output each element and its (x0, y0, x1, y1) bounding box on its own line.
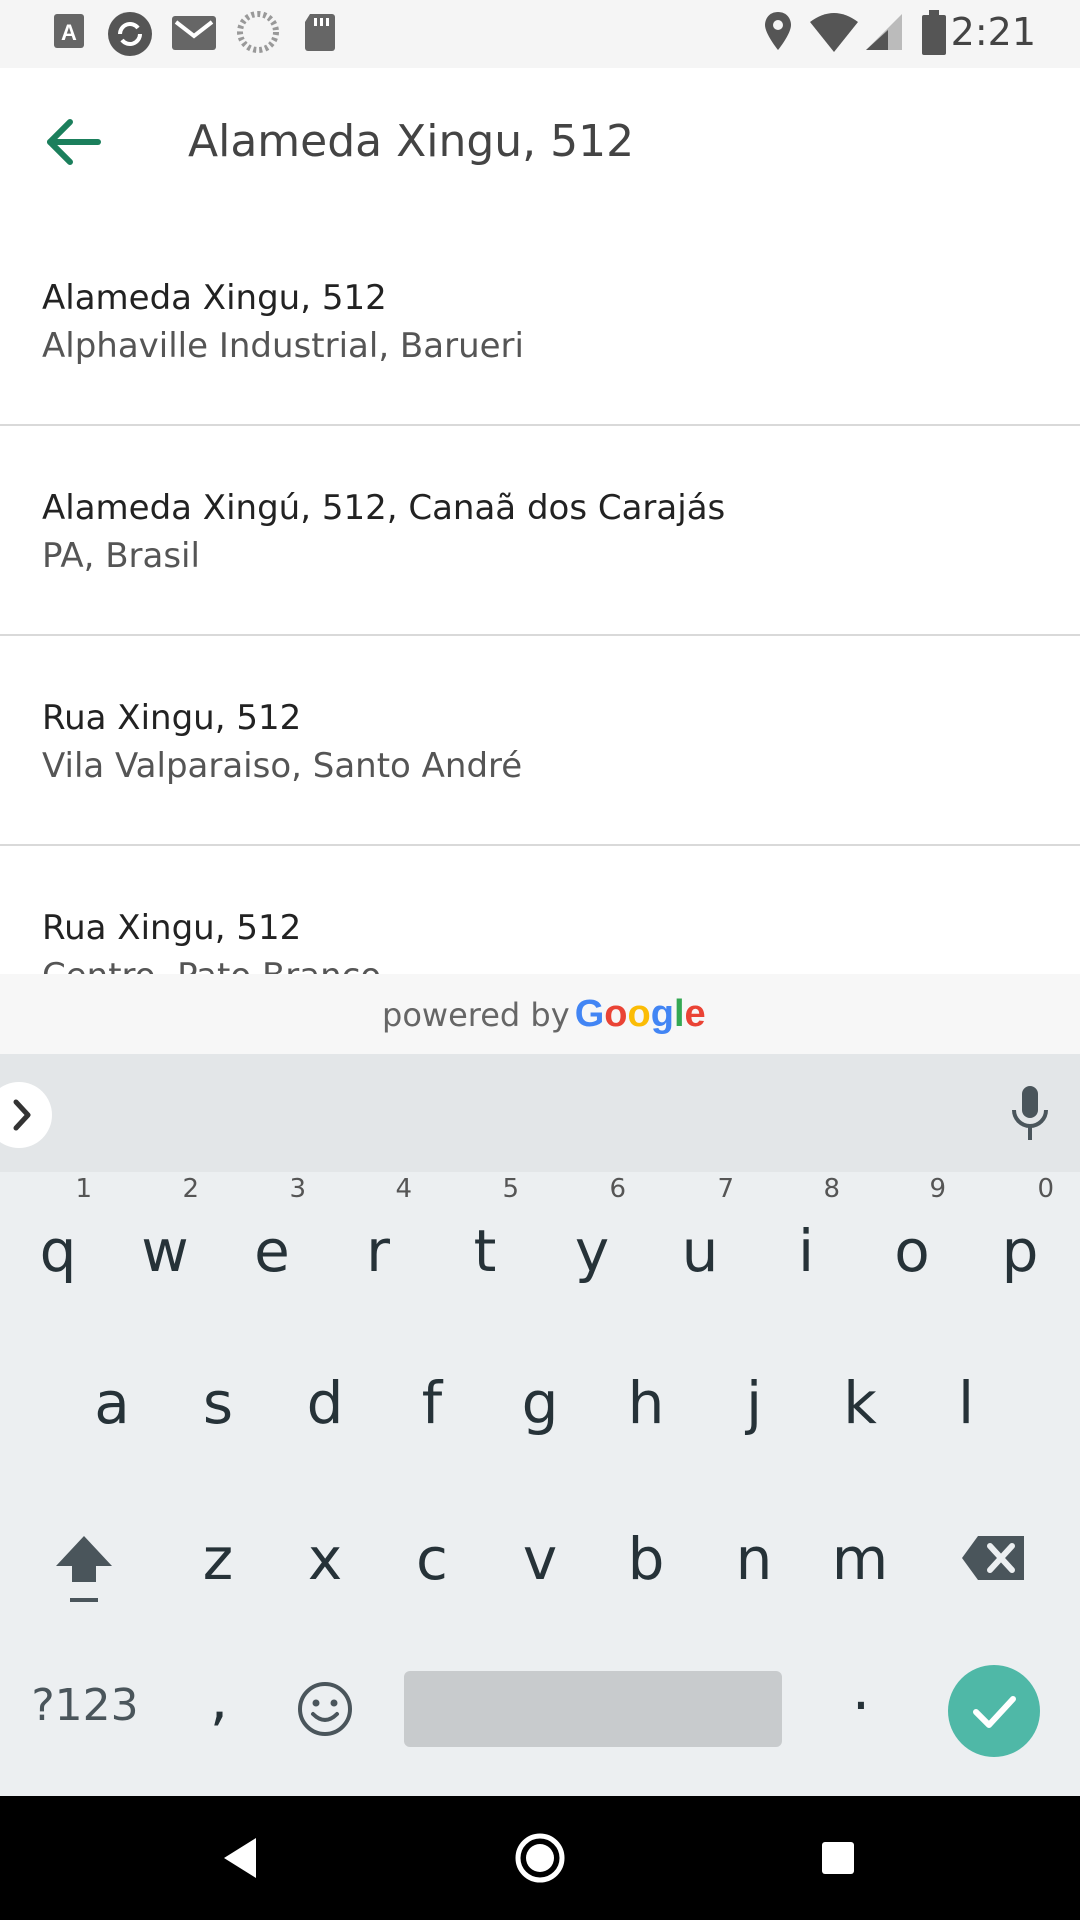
key-b[interactable]: b (612, 1524, 680, 1594)
key-r[interactable]: r4 (348, 1174, 412, 1286)
key-d[interactable]: d (295, 1368, 355, 1438)
result-secondary-text: Centro, Pato Branco (42, 954, 381, 974)
key-x[interactable]: x (291, 1524, 359, 1594)
result-secondary-text: PA, Brasil (42, 536, 200, 576)
key-m[interactable]: m (826, 1524, 894, 1594)
google-logo: Google (574, 993, 706, 1035)
powered-by-label: powered by (382, 996, 570, 1034)
recents-square-icon[interactable] (806, 1826, 870, 1890)
key-i[interactable]: i8 (776, 1174, 840, 1286)
key-c[interactable]: c (398, 1524, 466, 1594)
key-u[interactable]: u7 (670, 1174, 734, 1286)
key-z[interactable]: z (184, 1524, 252, 1594)
sync-icon (108, 12, 152, 56)
key-k[interactable]: k (830, 1368, 890, 1438)
space-key[interactable] (404, 1671, 782, 1747)
emoji-icon[interactable] (296, 1680, 354, 1738)
text-a-icon: A (54, 14, 84, 48)
clock: 2:21 (950, 10, 1036, 54)
result-primary-text: Rua Xingu, 512 (42, 698, 302, 738)
period-key[interactable]: . (838, 1654, 884, 1724)
key-e[interactable]: e3 (242, 1174, 306, 1286)
key-v[interactable]: v (506, 1524, 574, 1594)
svg-text:A: A (61, 20, 77, 45)
key-g[interactable]: g (510, 1368, 570, 1438)
list-item[interactable]: Rua Xingu, 512 Centro, Pato Branco (0, 846, 1080, 974)
cellular-signal-icon (866, 14, 902, 50)
key-f[interactable]: f (402, 1368, 462, 1438)
comma-key[interactable]: , (196, 1664, 242, 1734)
backspace-icon[interactable] (960, 1532, 1028, 1584)
key-p[interactable]: p0 (990, 1174, 1054, 1286)
mail-icon (172, 16, 216, 50)
wifi-icon (810, 13, 858, 52)
google-attribution: powered by Google (0, 974, 1080, 1054)
list-item[interactable]: Rua Xingu, 512 Vila Valparaiso, Santo An… (0, 636, 1080, 846)
list-item[interactable]: Alameda Xingu, 512 Alphaville Industrial… (0, 216, 1080, 426)
key-q[interactable]: q1 (28, 1174, 92, 1286)
symbols-key[interactable]: ?123 (30, 1671, 140, 1741)
checkmark-icon (973, 1696, 1016, 1728)
shift-icon[interactable] (52, 1530, 116, 1610)
result-primary-text: Alameda Xingú, 512, Canaã dos Carajás (42, 488, 726, 528)
address-results-list: Alameda Xingu, 512 Alphaville Industrial… (0, 216, 1080, 974)
microphone-icon[interactable] (1002, 1082, 1058, 1146)
back-arrow-icon[interactable] (36, 108, 110, 176)
battery-icon (922, 10, 946, 55)
list-item[interactable]: Alameda Xingú, 512, Canaã dos Carajás PA… (0, 426, 1080, 636)
key-y[interactable]: y6 (562, 1174, 626, 1286)
result-secondary-text: Alphaville Industrial, Barueri (42, 326, 524, 366)
result-primary-text: Rua Xingu, 512 (42, 908, 302, 948)
key-w[interactable]: w2 (135, 1174, 199, 1286)
key-t[interactable]: t5 (455, 1174, 519, 1286)
key-s[interactable]: s (188, 1368, 248, 1438)
soft-keyboard: q1 w2 e3 r4 t5 y6 u7 i8 o9 p0 asdfghjkl zxcvbnm ?… (0, 1054, 1080, 1796)
result-primary-text: Alameda Xingu, 512 (42, 278, 387, 318)
status-bar: A 2:21 (0, 0, 1080, 68)
key-o[interactable]: o9 (882, 1174, 946, 1286)
key-h[interactable]: h (616, 1368, 676, 1438)
location-pin-icon (765, 12, 791, 50)
back-triangle-icon[interactable] (210, 1826, 274, 1890)
key-j[interactable]: j (724, 1368, 784, 1438)
sd-card-icon (305, 14, 335, 51)
chevron-right-icon (13, 1099, 31, 1131)
key-n[interactable]: n (720, 1524, 788, 1594)
search-app-bar: Alameda Xingu, 512 (0, 68, 1080, 216)
home-circle-icon[interactable] (508, 1826, 572, 1890)
loading-circle-icon (237, 11, 279, 53)
search-input[interactable]: Alameda Xingu, 512 (188, 114, 634, 170)
key-l[interactable]: l (936, 1368, 996, 1438)
key-a[interactable]: a (82, 1368, 142, 1438)
keyboard-suggestion-strip (0, 1054, 1080, 1172)
system-navigation-bar (0, 1796, 1080, 1920)
expand-toolbar-button[interactable] (0, 1082, 52, 1148)
result-secondary-text: Vila Valparaiso, Santo André (42, 746, 523, 786)
done-button[interactable] (948, 1665, 1040, 1757)
